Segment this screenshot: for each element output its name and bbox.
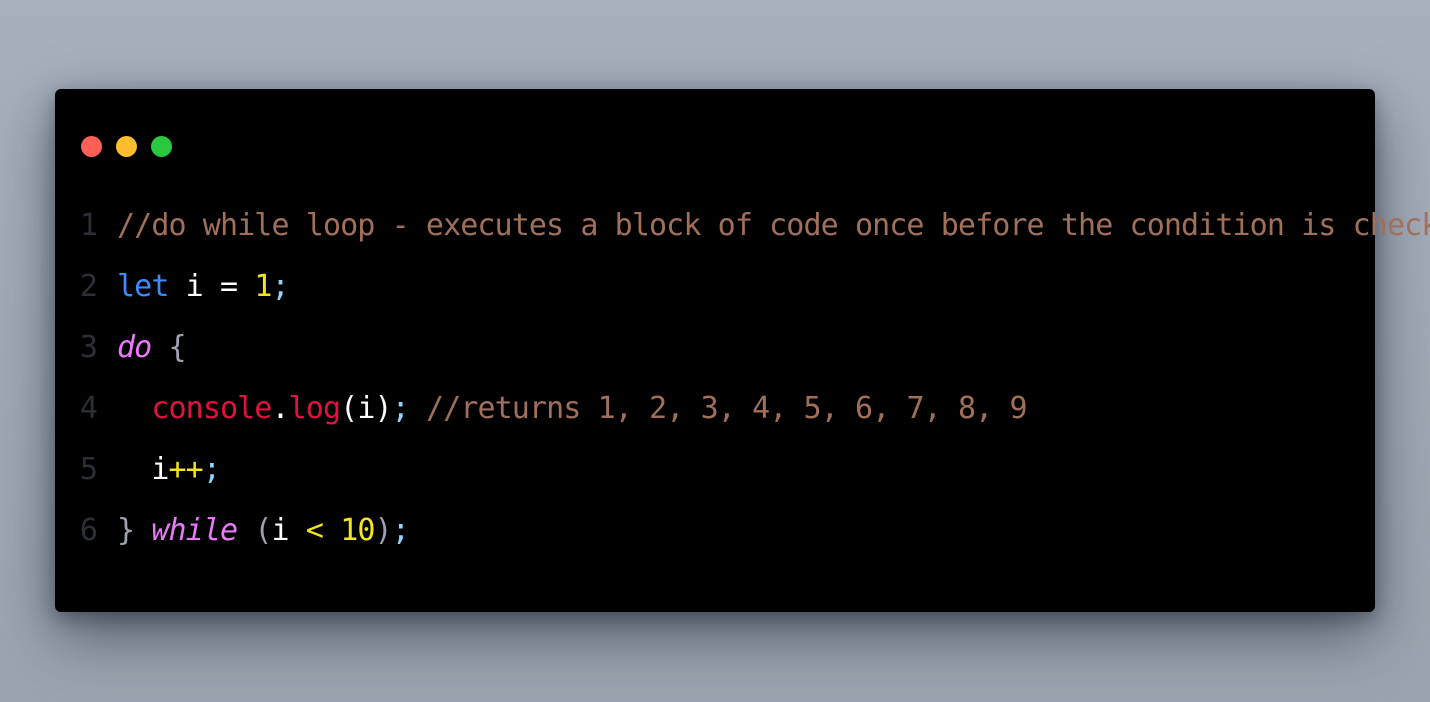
- minimize-dot-icon[interactable]: [116, 136, 137, 157]
- maximize-dot-icon[interactable]: [151, 136, 172, 157]
- code-token-brace: (: [254, 513, 272, 548]
- code-token-brace: ): [374, 513, 393, 548]
- code-token-punct: ;: [391, 391, 410, 426]
- line-number: 2: [79, 269, 98, 304]
- code-token-identifier: [117, 450, 151, 490]
- line-number: 3: [79, 330, 98, 365]
- code-token-keyword-flow: do: [117, 330, 152, 365]
- code-token-brace: {: [168, 330, 187, 365]
- code-token-number: 10: [340, 513, 375, 548]
- code-line: 1 //do while loop - executes a block of c…: [55, 206, 1430, 246]
- code-token-identifier: i: [151, 452, 169, 487]
- line-number: 1: [79, 208, 98, 243]
- code-token-comment: //returns 1, 2, 3, 4, 5, 6, 7, 8, 9: [426, 391, 1028, 426]
- line-number: 5: [79, 452, 98, 487]
- code-token-brace: }: [117, 513, 135, 548]
- line-number: 6: [79, 513, 98, 548]
- code-line: 3 do {: [55, 328, 187, 368]
- code-token-keyword-let: let: [117, 269, 169, 304]
- code-token-identifier: [237, 511, 254, 551]
- code-token-punct: ;: [271, 269, 290, 304]
- code-token-identifier: i: [271, 513, 290, 548]
- code-token-identifier: i: [357, 391, 375, 426]
- code-token-identifier: [134, 511, 151, 551]
- code-token-identifier: [323, 511, 340, 551]
- code-token-identifier: i: [168, 269, 220, 304]
- code-token-identifier: [117, 389, 151, 429]
- code-line: 2 let i = 1;: [55, 267, 290, 307]
- code-token-function: log: [288, 391, 341, 426]
- code-token-number: 1: [254, 269, 272, 304]
- line-number: 4: [79, 391, 98, 426]
- code-token-operator: ++: [168, 452, 204, 487]
- code-token-identifier: [151, 328, 168, 368]
- code-token-identifier: (: [340, 391, 358, 426]
- code-window: 1 //do while loop - executes a block of c…: [55, 89, 1430, 612]
- code-line: 4 console. log(i); //returns 1, 2, 3, 4, …: [55, 389, 1028, 429]
- code-token-keyword-flow: while: [151, 513, 238, 548]
- code-token-identifier: [289, 511, 306, 551]
- code-token-identifier: [409, 389, 426, 429]
- code-token-identifier: =: [220, 269, 238, 304]
- code-line: 5 i ++;: [55, 450, 221, 490]
- code-token-punct: ;: [202, 452, 221, 487]
- code-line: 6} while (i < 10);: [55, 511, 410, 551]
- code-token-identifier: [237, 267, 254, 307]
- code-token-punct: ;: [391, 513, 410, 548]
- window-controls: [81, 136, 172, 157]
- code-token-identifier: ): [374, 391, 392, 426]
- code-token-function: console: [151, 391, 272, 426]
- code-token-identifier: .: [271, 391, 289, 426]
- code-token-operator: <: [305, 513, 324, 548]
- code-token-comment: //do while loop - executes a block of co…: [117, 208, 1430, 243]
- close-dot-icon[interactable]: [81, 136, 102, 157]
